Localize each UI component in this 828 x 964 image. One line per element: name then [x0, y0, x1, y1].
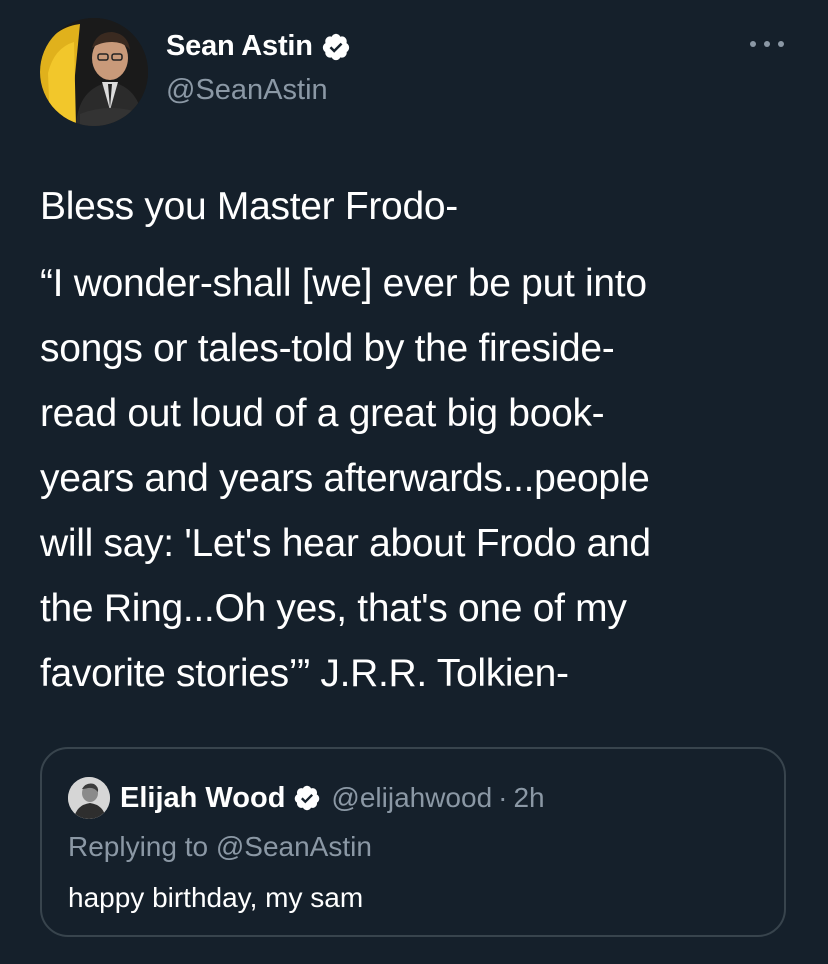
quoted-author-avatar-image [68, 777, 110, 819]
author-name[interactable]: Sean Astin [166, 30, 313, 63]
separator-dot: · [498, 782, 508, 813]
quoted-tweet-card[interactable]: Elijah Wood @elijahwood · 2h Replying to… [40, 747, 786, 937]
dot-icon [764, 41, 770, 47]
quoted-tweet-header: Elijah Wood @elijahwood · 2h [68, 777, 545, 819]
author-name-row: Sean Astin [166, 30, 351, 63]
tweet-line: favorite stories’” J.R.R. Tolkien- [40, 652, 569, 695]
quoted-author-avatar[interactable] [68, 777, 110, 819]
quoted-author-handle[interactable]: @elijahwood [331, 782, 492, 814]
author-avatar[interactable] [40, 18, 148, 126]
verified-badge-icon [321, 32, 351, 62]
author-avatar-image [40, 18, 148, 126]
tweet-line: Bless you Master Frodo- [40, 185, 458, 228]
tweet-text: Bless you Master Frodo- “I wonder-shall … [40, 174, 800, 706]
tweet-line: read out loud of a great big book- [40, 392, 605, 435]
quoted-tweet-text: happy birthday, my sam [68, 882, 364, 913]
tweet-line: the Ring...Oh yes, that's one of my [40, 587, 627, 630]
tweet-line: years and years afterwards...people [40, 457, 650, 500]
tweet-header: Sean Astin @SeanAstin [40, 18, 788, 128]
verified-badge-icon [293, 784, 321, 812]
tweet-line: “I wonder-shall [we] ever be put into [40, 262, 647, 305]
tweet-line: songs or tales-told by the fireside- [40, 327, 615, 370]
dot-icon [778, 41, 784, 47]
tweet-line: will say: 'Let's hear about Frodo and [40, 522, 651, 565]
quoted-author-name[interactable]: Elijah Wood [120, 782, 285, 815]
quoted-tweet-time[interactable]: 2h [513, 782, 544, 814]
more-options-icon[interactable] [750, 32, 784, 56]
replying-to-label: Replying to @SeanAstin [68, 831, 372, 862]
dot-icon [750, 41, 756, 47]
author-handle[interactable]: @SeanAstin [166, 74, 328, 107]
